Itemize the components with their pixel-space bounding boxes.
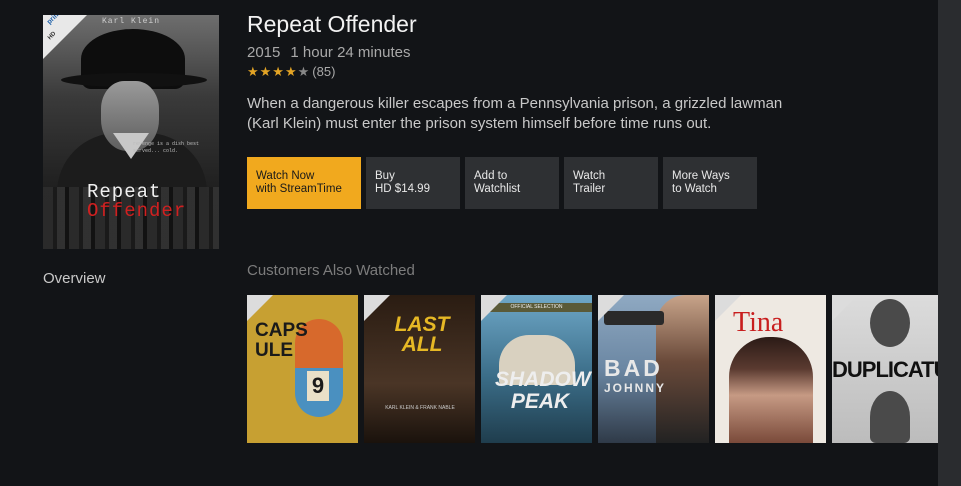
recommended-title-tile[interactable]: Tina: [715, 295, 826, 443]
tile-title: BAD: [604, 355, 663, 381]
buy-hd-button[interactable]: Buy HD $14.99: [366, 157, 460, 209]
prime-corner-icon: [247, 295, 273, 321]
movie-duration: 1 hour 24 minutes: [290, 44, 411, 61]
tile-title: LAST ALL: [394, 313, 450, 356]
recommended-title-tile[interactable]: BAD JOHNNY: [598, 295, 709, 443]
star-icon-empty: ★: [297, 64, 310, 79]
star-rating: ★★★★★ (85): [247, 64, 335, 80]
movie-title: Repeat Offender: [247, 11, 417, 37]
prime-corner-icon: [715, 295, 741, 321]
add-to-watchlist-button[interactable]: Add to Watchlist: [465, 157, 559, 209]
tile-extra: KARL KLEIN & FRANK NABLE: [385, 405, 455, 411]
watch-trailer-button[interactable]: Watch Trailer: [564, 157, 658, 209]
poster-title-line2: Offender: [87, 200, 187, 222]
prime-corner-icon: [481, 295, 507, 321]
tile-extra: JOHNNY: [604, 381, 667, 395]
tile-extra: 9: [307, 371, 329, 401]
side-nav-overview[interactable]: Overview: [43, 270, 106, 287]
recommended-title-tile[interactable]: DUPLICATUM: [832, 295, 938, 443]
recommended-title-tile[interactable]: 9 CAPS ULE: [247, 295, 358, 443]
star-icons-filled: ★★★★: [247, 64, 298, 79]
more-ways-to-watch-button[interactable]: More Ways to Watch: [663, 157, 757, 209]
watch-now-button[interactable]: Watch Now with StreamTime: [247, 157, 361, 209]
customers-also-watched-row: 9 CAPS ULE LAST ALL KARL KLEIN & FRANK N…: [247, 295, 938, 443]
movie-meta: 2015 1 hour 24 minutes: [247, 44, 410, 61]
face-graphic: [729, 337, 813, 443]
tile-title: CAPS ULE: [255, 320, 308, 361]
rating-count: (85): [312, 64, 336, 79]
recommended-title-tile[interactable]: OFFICIAL SELECTION SHADOW PEAK: [481, 295, 592, 443]
movie-year: 2015: [247, 44, 281, 61]
tile-title: SHADOW PEAK: [495, 368, 591, 413]
prime-corner-icon: [598, 295, 624, 321]
customers-also-watched-heading: Customers Also Watched: [247, 262, 415, 279]
recommended-title-tile[interactable]: LAST ALL KARL KLEIN & FRANK NABLE: [364, 295, 475, 443]
prime-corner-icon: [364, 295, 390, 321]
prime-corner-icon: [832, 295, 858, 321]
scrollbar-track[interactable]: [938, 0, 961, 486]
movie-description: When a dangerous killer escapes from a P…: [247, 95, 783, 132]
tile-title: DUPLICATUM: [832, 357, 938, 382]
poster-tagline: revenge is a dish best served... cold.: [133, 141, 200, 154]
head-graphic: [870, 299, 910, 347]
head-graphic: [870, 391, 910, 443]
movie-poster: Karl Klein revenge is a dish best served…: [43, 15, 219, 249]
action-buttons: Watch Now with StreamTime Buy HD $14.99 …: [247, 157, 757, 209]
